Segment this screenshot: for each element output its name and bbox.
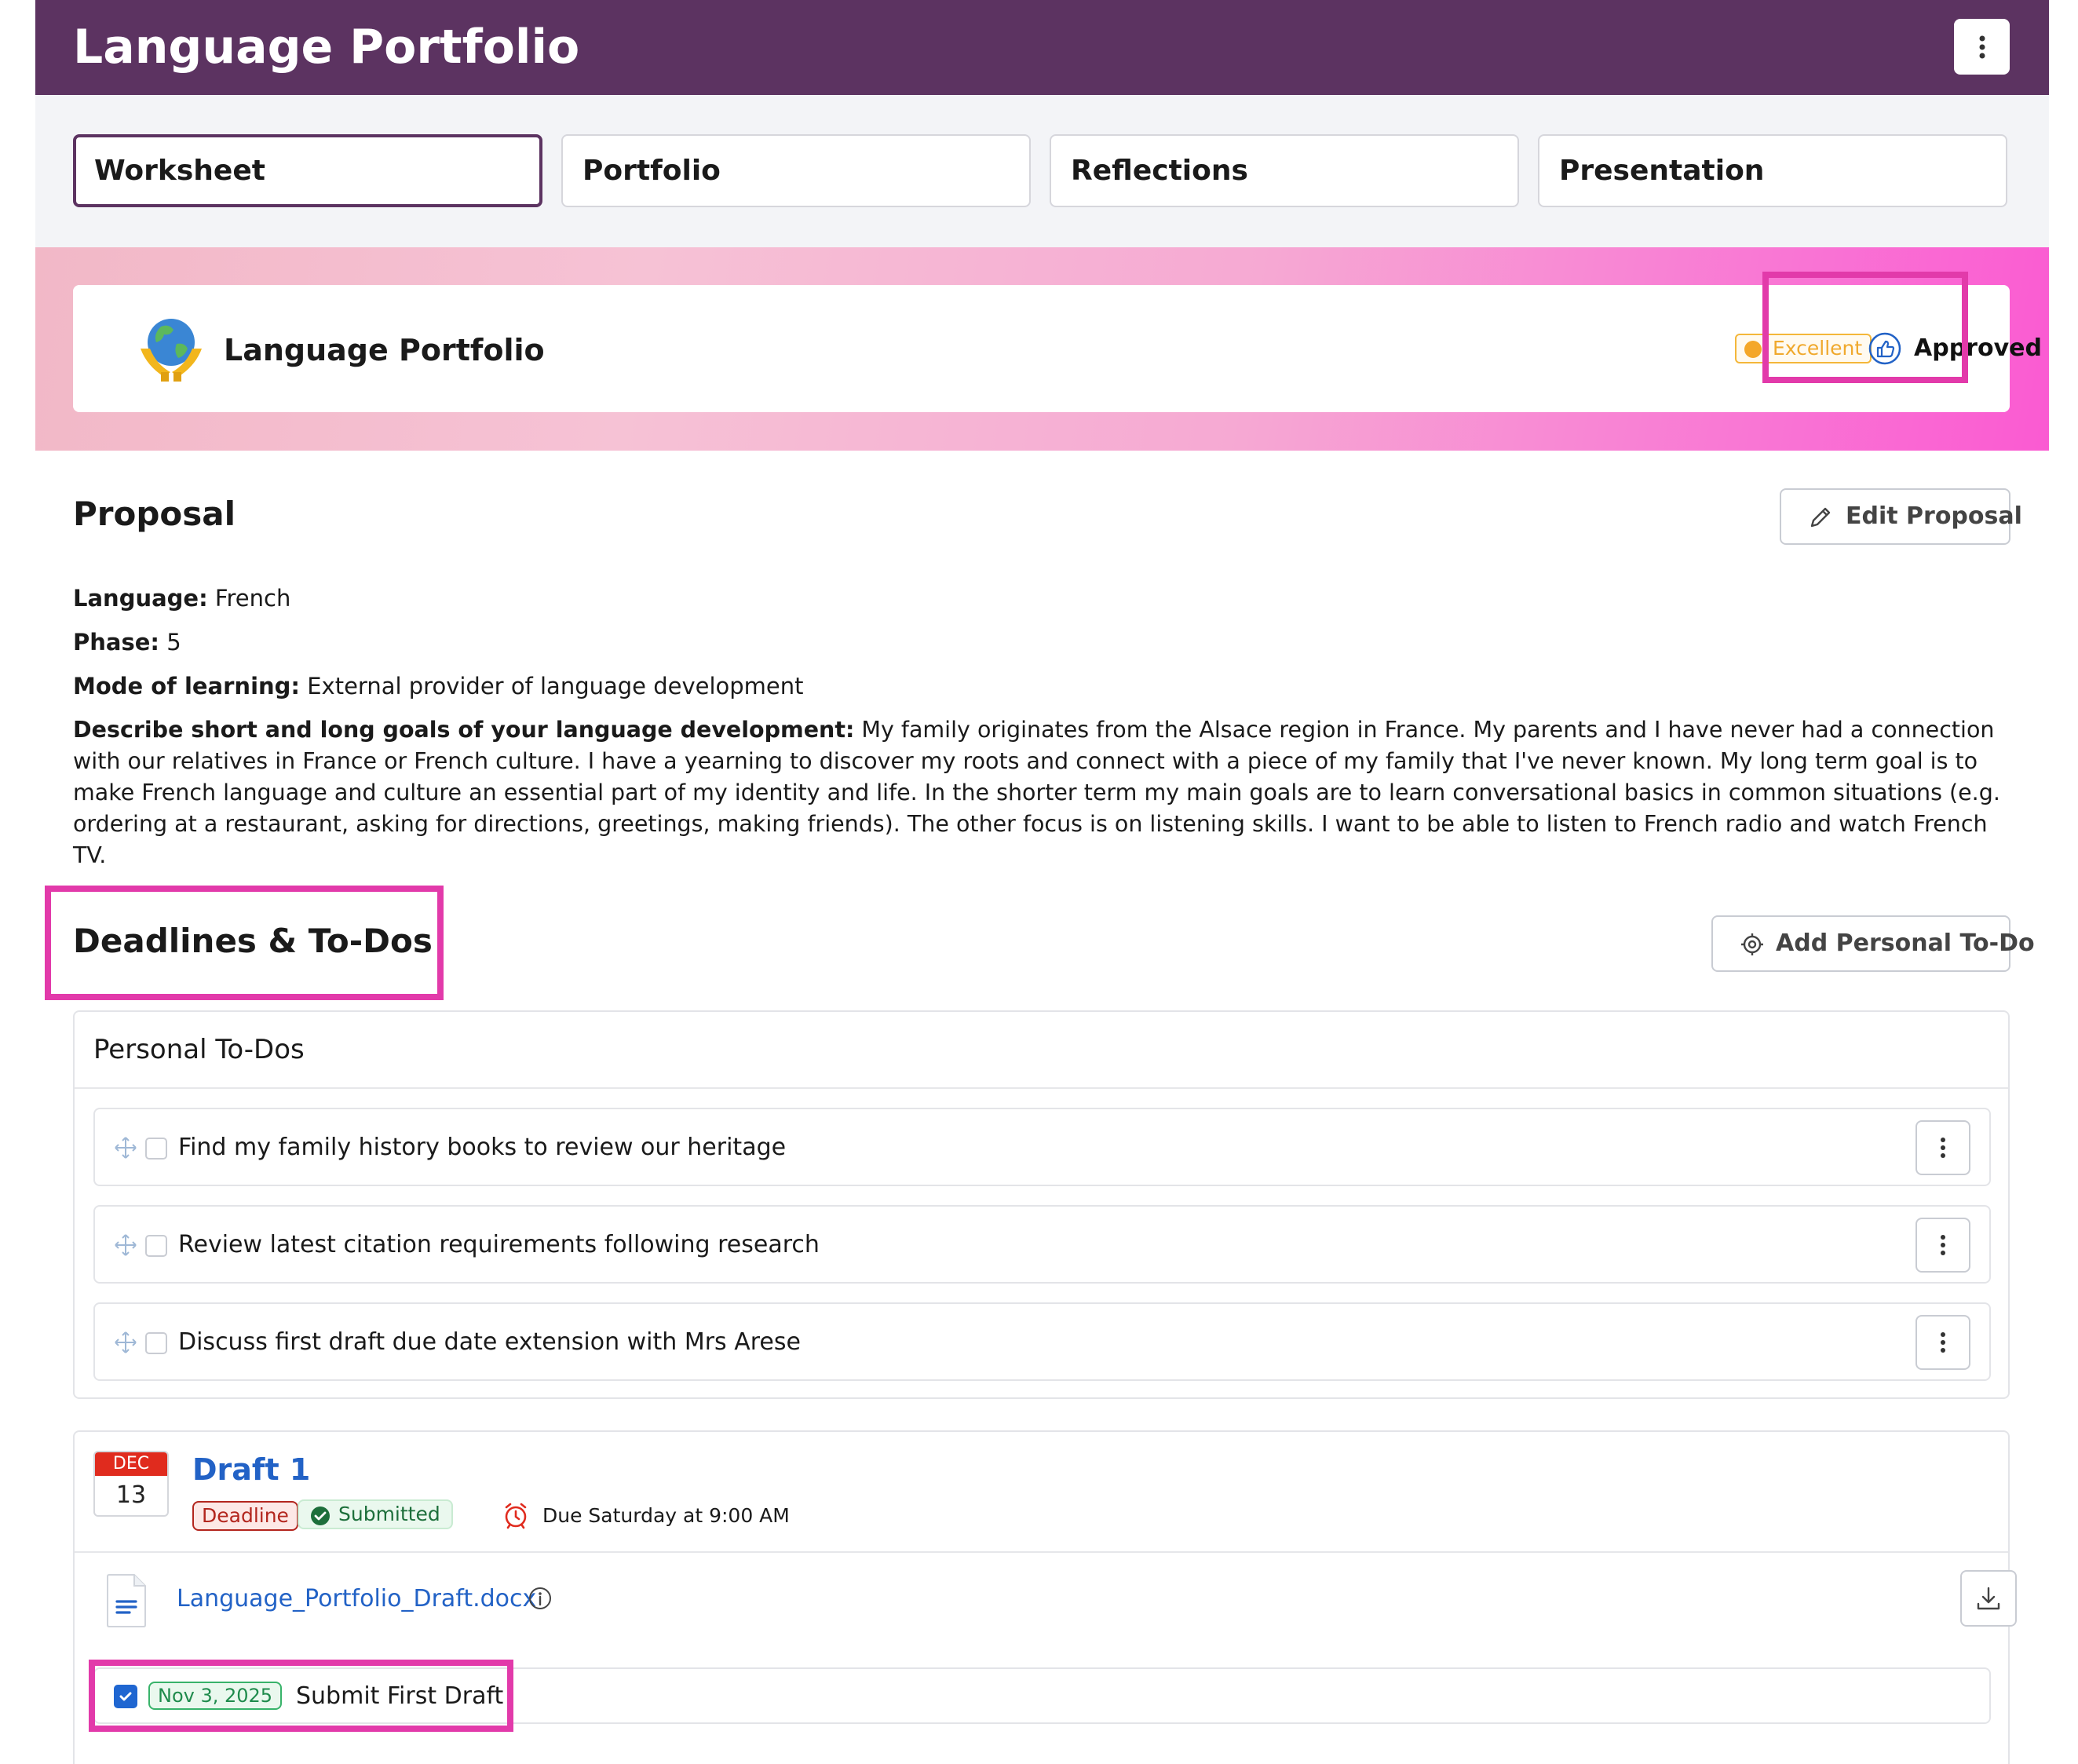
drag-handle-icon[interactable] <box>114 1136 137 1160</box>
banner-title: Language Portfolio <box>224 333 545 367</box>
personal-todos-title: Personal To-Dos <box>93 1034 305 1065</box>
tab-reflections[interactable]: Reflections <box>1050 134 1519 207</box>
calendar-day: 13 <box>115 1481 147 1509</box>
subtask-text: Submit First Draft <box>296 1682 504 1710</box>
add-personal-todo-label: Add Personal To-Do <box>1776 929 2035 957</box>
approval-status: Approved <box>1914 334 2042 362</box>
submitted-badge: Submitted <box>298 1499 453 1529</box>
mode-field: Mode of learning: External provider of l… <box>73 670 804 702</box>
todo-checkbox[interactable] <box>145 1235 167 1257</box>
kebab-menu-icon <box>1941 1332 1945 1353</box>
subtask-row: Nov 3, 2025 Submit First Draft <box>93 1667 1991 1724</box>
edit-proposal-label: Edit Proposal <box>1846 502 2022 530</box>
page: Language Portfolio Worksheet Portfolio R… <box>35 0 2049 1764</box>
goals-field: Describe short and long goals of your la… <box>73 714 2012 871</box>
tab-bar: Worksheet Portfolio Reflections Presenta… <box>73 134 2047 207</box>
todo-menu-button[interactable] <box>1915 1218 1970 1273</box>
todo-text: Find my family history books to review o… <box>178 1134 787 1161</box>
target-icon <box>1741 933 1763 955</box>
language-field: Language: French <box>73 583 290 614</box>
thumbs-up-icon <box>1868 332 1901 365</box>
divider <box>75 1087 2008 1089</box>
header-menu-button[interactable] <box>1954 19 2010 75</box>
trophy-icon <box>1744 341 1762 358</box>
todo-row: Find my family history books to review o… <box>93 1108 1991 1186</box>
language-label: Language: <box>73 585 208 612</box>
app-header: Language Portfolio <box>35 0 2049 95</box>
excellent-badge: Excellent <box>1735 334 1872 363</box>
globe-in-hands-icon <box>141 319 202 382</box>
todo-checkbox[interactable] <box>145 1138 167 1160</box>
download-button[interactable] <box>1960 1570 2017 1627</box>
subtask-checkbox[interactable] <box>114 1685 137 1708</box>
todo-checkbox[interactable] <box>145 1332 167 1354</box>
download-icon <box>1977 1587 2000 1610</box>
deadline-badge: Deadline <box>192 1501 298 1531</box>
tab-worksheet[interactable]: Worksheet <box>73 134 542 207</box>
check-circle-icon <box>311 1507 330 1525</box>
tab-presentation[interactable]: Presentation <box>1538 134 2007 207</box>
worksheet-content: Proposal Edit Proposal Language: French … <box>35 451 2049 1764</box>
due-date-text: Due Saturday at 9:00 AM <box>542 1504 790 1527</box>
deadlines-heading: Deadlines & To-Dos <box>73 922 433 960</box>
phase-value: 5 <box>166 629 181 656</box>
drag-handle-icon[interactable] <box>114 1233 137 1257</box>
todo-row: Review latest citation requirements foll… <box>93 1205 1991 1284</box>
edit-proposal-button[interactable]: Edit Proposal <box>1780 488 2022 545</box>
banner-card: Language Portfolio Excellent Approved <box>73 285 2042 412</box>
calendar-month: DEC <box>95 1452 167 1476</box>
pencil-icon <box>1810 507 1831 528</box>
calendar-date: DEC 13 <box>93 1451 169 1517</box>
tab-portfolio[interactable]: Portfolio <box>561 134 1031 207</box>
mode-label: Mode of learning: <box>73 673 301 699</box>
alarm-clock-icon <box>505 1503 527 1529</box>
kebab-menu-icon <box>1941 1138 1945 1158</box>
add-personal-todo-button[interactable]: Add Personal To-Do <box>1711 915 2035 972</box>
portfolio-banner: Language Portfolio Excellent Approved <box>35 247 2049 451</box>
page-title: Language Portfolio <box>73 20 580 75</box>
todo-menu-button[interactable] <box>1915 1315 1970 1370</box>
divider <box>75 1551 2008 1553</box>
kebab-menu-icon <box>1979 35 1985 58</box>
personal-todos-panel: Personal To-Dos Find my family history b… <box>73 1010 2010 1399</box>
phase-label: Phase: <box>73 629 159 656</box>
draft-deadline-panel: DEC 13 Draft 1 Deadline Submitted Due Sa… <box>73 1430 2017 1764</box>
draft-title-link[interactable]: Draft 1 <box>192 1451 310 1488</box>
subtask-date-badge: Nov 3, 2025 <box>148 1682 283 1710</box>
drag-handle-icon[interactable] <box>114 1331 137 1354</box>
goals-label: Describe short and long goals of your la… <box>73 717 855 743</box>
proposal-heading: Proposal <box>73 495 236 533</box>
todo-text: Review latest citation requirements foll… <box>178 1231 820 1258</box>
kebab-menu-icon <box>1941 1235 1945 1255</box>
attachment-file-link[interactable]: Language_Portfolio_Draft.docx <box>177 1583 536 1616</box>
excellent-badge-label: Excellent <box>1773 337 1863 360</box>
mode-value: External provider of language developmen… <box>307 673 804 699</box>
todo-text: Discuss first draft due date extension w… <box>178 1328 801 1356</box>
phase-field: Phase: 5 <box>73 626 181 658</box>
checkmark-icon <box>119 1692 132 1701</box>
language-value: French <box>214 585 291 612</box>
info-icon[interactable] <box>528 1586 553 1611</box>
todo-menu-button[interactable] <box>1915 1120 1970 1175</box>
todo-row: Discuss first draft due date extension w… <box>93 1302 1991 1381</box>
submitted-badge-label: Submitted <box>338 1503 440 1525</box>
document-icon <box>107 1574 146 1627</box>
